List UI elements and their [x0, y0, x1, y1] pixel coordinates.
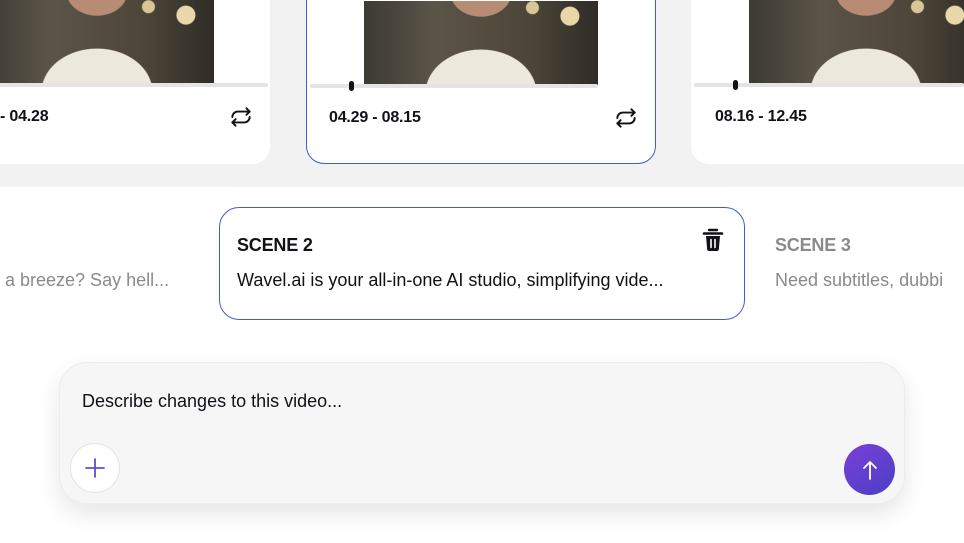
- scene-3-text[interactable]: Need subtitles, dubbi: [775, 270, 943, 291]
- scene-1-text[interactable]: a breeze? Say hell...: [5, 270, 169, 291]
- scene-3-title[interactable]: SCENE 3: [775, 235, 851, 256]
- prompt-box: [59, 362, 905, 504]
- swap-icon[interactable]: [613, 105, 639, 131]
- clip-card-2[interactable]: 04.29 - 08.15: [306, 0, 656, 164]
- clip-range: 04.29 - 08.15: [329, 109, 421, 126]
- clip-thumbnail: [364, 1, 598, 85]
- add-button[interactable]: [70, 443, 120, 493]
- plus-icon: [85, 458, 105, 478]
- video-editor: - 04.28 04.29 - 08.15 08.16 - 12.45 a br…: [0, 0, 964, 543]
- playhead-handle[interactable]: [349, 81, 354, 91]
- clip-timeline: - 04.28 04.29 - 08.15 08.16 - 12.45: [0, 0, 964, 187]
- send-button[interactable]: [844, 444, 895, 495]
- clip-range: - 04.28: [0, 108, 49, 125]
- swap-icon[interactable]: [228, 104, 254, 130]
- clip-range: 08.16 - 12.45: [715, 108, 807, 125]
- clip-thumbnail: [749, 0, 964, 84]
- scene-title: SCENE 2: [237, 235, 313, 255]
- scene-card-2[interactable]: SCENE 2 Wavel.ai is your all-in-one AI s…: [219, 207, 745, 320]
- clip-card-1[interactable]: - 04.28: [0, 0, 270, 164]
- playhead-handle[interactable]: [733, 80, 738, 90]
- arrow-up-icon: [862, 460, 877, 480]
- scene-text: Wavel.ai is your all-in-one AI studio, s…: [237, 270, 664, 290]
- trash-icon[interactable]: [701, 227, 725, 253]
- clip-card-3[interactable]: 08.16 - 12.45: [691, 0, 964, 164]
- prompt-input[interactable]: [82, 391, 782, 412]
- clip-track: [0, 83, 268, 87]
- clip-thumbnail: [0, 0, 214, 84]
